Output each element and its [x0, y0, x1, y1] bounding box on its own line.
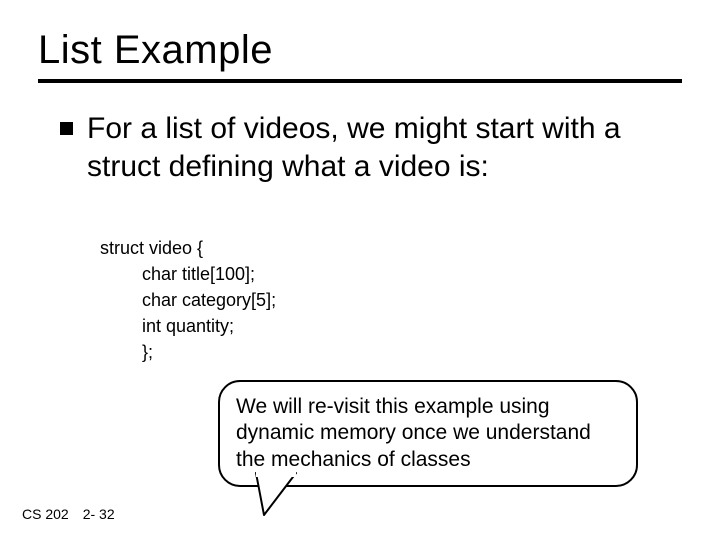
code-line: };: [100, 339, 276, 365]
code-line: char title[100];: [100, 261, 276, 287]
slide-title: List Example: [38, 28, 682, 73]
code-line: int quantity;: [100, 313, 276, 339]
slide-title-block: List Example: [38, 28, 682, 83]
bullet-text: For a list of videos, we might start wit…: [87, 110, 670, 185]
slide: List Example For a list of videos, we mi…: [0, 0, 720, 540]
code-block: struct video { char title[100]; char cat…: [100, 235, 276, 365]
footer-page: 2- 32: [83, 506, 115, 522]
slide-footer: CS 202 2- 32: [22, 506, 115, 522]
slide-body: For a list of videos, we might start wit…: [60, 110, 670, 185]
callout-text: We will re-visit this example using dyna…: [218, 380, 638, 487]
title-underline: [38, 79, 682, 83]
bullet-icon: [60, 122, 73, 135]
code-line: char category[5];: [100, 287, 276, 313]
bullet-item: For a list of videos, we might start wit…: [60, 110, 670, 185]
code-line: struct video {: [100, 235, 276, 261]
footer-course: CS 202: [22, 506, 69, 522]
callout: We will re-visit this example using dyna…: [218, 380, 638, 487]
